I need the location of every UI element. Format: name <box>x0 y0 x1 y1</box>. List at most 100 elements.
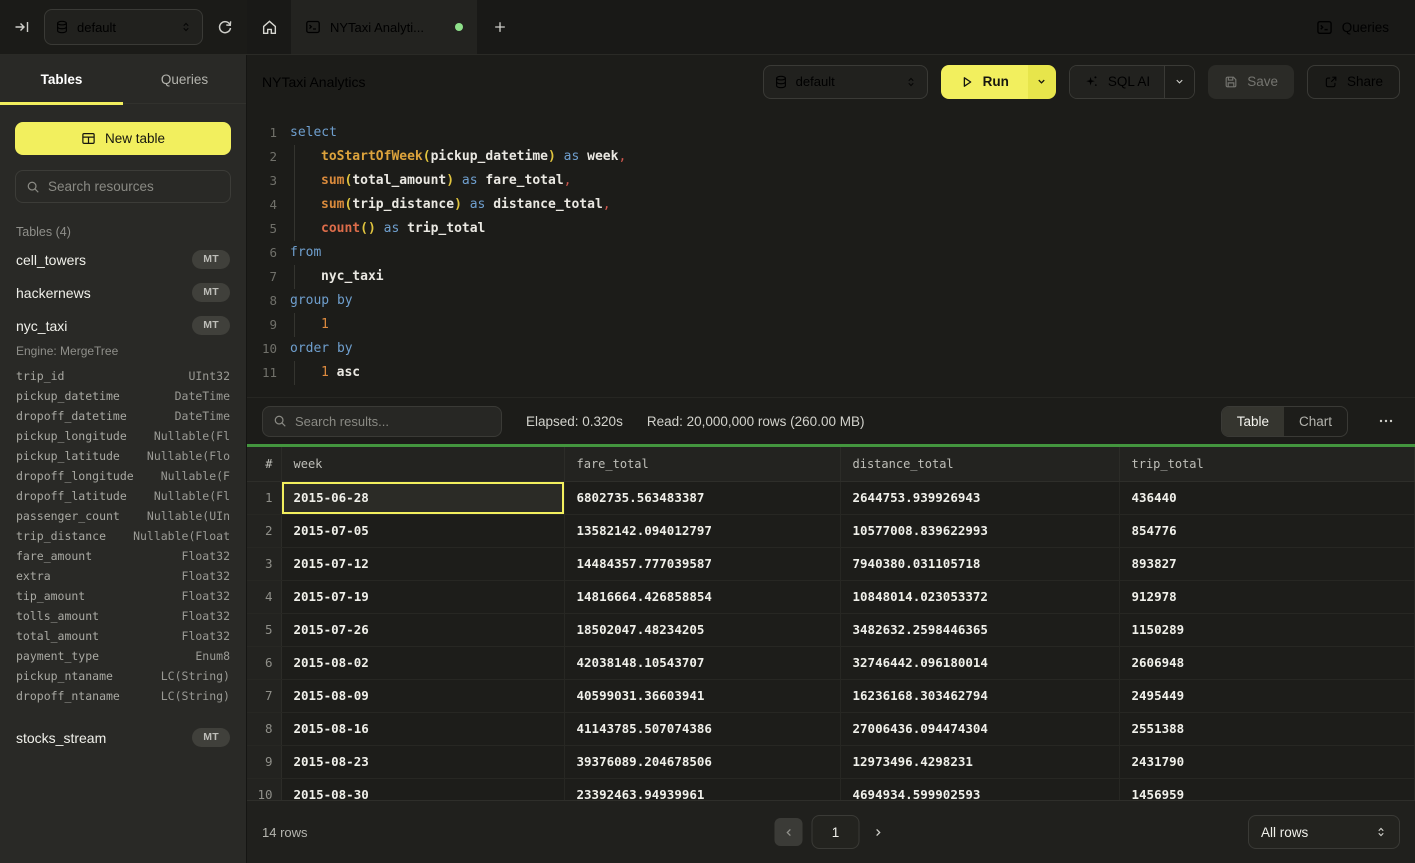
sidebar-tab-queries[interactable]: Queries <box>123 55 246 103</box>
row-number: 4 <box>247 580 281 613</box>
table-cell[interactable]: 2015-07-19 <box>281 580 564 613</box>
sidebar-search-input[interactable] <box>48 179 220 194</box>
table-cell[interactable]: 1150289 <box>1119 613 1415 646</box>
line-number: 2 <box>247 145 277 169</box>
results-area: #weekfare_totaldistance_totaltrip_total … <box>247 447 1415 800</box>
table-cell[interactable]: 1456959 <box>1119 778 1415 800</box>
table-cell[interactable]: 2015-06-28 <box>281 481 564 514</box>
table-cell[interactable]: 2606948 <box>1119 646 1415 679</box>
table-cell[interactable]: 436440 <box>1119 481 1415 514</box>
line-number: 10 <box>247 337 277 361</box>
more-options-icon[interactable] <box>1372 413 1400 429</box>
table-cell[interactable]: 16236168.303462794 <box>840 679 1119 712</box>
table-cell[interactable]: 13582142.094012797 <box>564 514 840 547</box>
table-cell[interactable]: 3482632.2598446365 <box>840 613 1119 646</box>
view-tab-table[interactable]: Table <box>1222 407 1284 436</box>
prev-page-button[interactable] <box>775 818 803 846</box>
current-page[interactable]: 1 <box>812 815 860 849</box>
table-cell[interactable]: 4694934.599902593 <box>840 778 1119 800</box>
table-cell[interactable]: 12973496.4298231 <box>840 745 1119 778</box>
home-button[interactable] <box>247 0 291 54</box>
table-cell[interactable]: 10577008.839622993 <box>840 514 1119 547</box>
column-header-index[interactable]: # <box>247 447 281 481</box>
queries-button[interactable]: Queries <box>1306 0 1415 54</box>
sidebar-table-cell_towers[interactable]: cell_towersMT <box>15 243 231 276</box>
share-button[interactable]: Share <box>1307 65 1400 99</box>
column-name: trip_distance <box>16 526 106 546</box>
collapse-sidebar-icon[interactable] <box>14 19 30 35</box>
results-table-head: #weekfare_totaldistance_totaltrip_total <box>247 447 1415 481</box>
run-button[interactable]: Run <box>941 65 1028 99</box>
sql-editor[interactable]: 1select2toStartOfWeek(pickup_datetime) a… <box>247 108 1415 397</box>
sql-ai-button[interactable]: SQL AI <box>1070 66 1164 98</box>
line-number: 4 <box>247 193 277 217</box>
table-cell[interactable]: 40599031.36603941 <box>564 679 840 712</box>
table-cell[interactable]: 2431790 <box>1119 745 1415 778</box>
table-cell[interactable]: 2015-07-12 <box>281 547 564 580</box>
sql-token: as <box>470 197 486 212</box>
table-cell[interactable]: 2551388 <box>1119 712 1415 745</box>
table-cell[interactable]: 2015-08-23 <box>281 745 564 778</box>
table-column-row: passenger_countNullable(UIn <box>15 506 231 526</box>
refresh-icon[interactable] <box>217 19 233 35</box>
table-cell[interactable]: 2015-08-30 <box>281 778 564 800</box>
table-cell[interactable]: 41143785.507074386 <box>564 712 840 745</box>
run-options-caret[interactable] <box>1028 65 1056 99</box>
table-cell[interactable]: 14484357.777039587 <box>564 547 840 580</box>
column-type: Nullable(Flo <box>147 446 230 466</box>
table-cell[interactable]: 42038148.10543707 <box>564 646 840 679</box>
column-type: Float32 <box>182 606 230 626</box>
engine-badge: MT <box>192 316 230 335</box>
table-cell[interactable]: 2015-08-09 <box>281 679 564 712</box>
table-cell[interactable]: 2644753.939926943 <box>840 481 1119 514</box>
table-row: 42015-07-1914816664.42685885410848014.02… <box>247 580 1415 613</box>
editor-line: 10order by <box>247 337 1415 361</box>
column-name: tolls_amount <box>16 606 99 626</box>
table-cell[interactable]: 2015-07-05 <box>281 514 564 547</box>
table-cell[interactable]: 2015-08-02 <box>281 646 564 679</box>
table-cell[interactable]: 854776 <box>1119 514 1415 547</box>
new-table-button[interactable]: New table <box>15 122 231 155</box>
sidebar-search[interactable] <box>15 170 231 203</box>
database-select-value: default <box>77 20 172 35</box>
share-button-label: Share <box>1347 74 1383 89</box>
results-search[interactable] <box>262 406 502 437</box>
sidebar-table-nyc_taxi[interactable]: nyc_taxiMT <box>15 309 231 342</box>
results-search-input[interactable] <box>295 414 491 429</box>
page-size-select[interactable]: All rows <box>1248 815 1400 849</box>
table-cell[interactable]: 2015-08-16 <box>281 712 564 745</box>
view-tab-chart[interactable]: Chart <box>1284 407 1347 436</box>
sidebar-table-hackernews[interactable]: hackernewsMT <box>15 276 231 309</box>
tab-nytaxi-analytics[interactable]: NYTaxi Analyti... <box>291 0 477 54</box>
column-header-fare_total[interactable]: fare_total <box>564 447 840 481</box>
table-cell[interactable]: 893827 <box>1119 547 1415 580</box>
table-cell[interactable]: 10848014.023053372 <box>840 580 1119 613</box>
table-cell[interactable]: 14816664.426858854 <box>564 580 840 613</box>
table-cell[interactable]: 2015-07-26 <box>281 613 564 646</box>
sql-ai-options-caret[interactable] <box>1164 66 1194 98</box>
query-database-select[interactable]: default <box>763 65 928 99</box>
table-cell[interactable]: 2495449 <box>1119 679 1415 712</box>
table-row: 22015-07-0513582142.09401279710577008.83… <box>247 514 1415 547</box>
table-cell[interactable]: 39376089.204678506 <box>564 745 840 778</box>
sidebar-tab-tables[interactable]: Tables <box>0 55 123 103</box>
table-row: 52015-07-2618502047.482342053482632.2598… <box>247 613 1415 646</box>
sidebar-table-stocks_stream[interactable]: stocks_streamMT <box>15 721 231 754</box>
next-page-button[interactable] <box>869 823 888 842</box>
column-header-week[interactable]: week <box>281 447 564 481</box>
table-cell[interactable]: 912978 <box>1119 580 1415 613</box>
column-type: Float32 <box>182 566 230 586</box>
table-cell[interactable]: 23392463.94939961 <box>564 778 840 800</box>
database-select[interactable]: default <box>44 9 203 45</box>
new-tab-button[interactable] <box>477 0 523 54</box>
chevrons-updown-icon <box>1375 825 1387 839</box>
table-cell[interactable]: 27006436.094474304 <box>840 712 1119 745</box>
column-header-trip_total[interactable]: trip_total <box>1119 447 1415 481</box>
table-cell[interactable]: 32746442.096180014 <box>840 646 1119 679</box>
column-header-distance_total[interactable]: distance_total <box>840 447 1119 481</box>
table-cell[interactable]: 18502047.48234205 <box>564 613 840 646</box>
table-cell[interactable]: 6802735.563483387 <box>564 481 840 514</box>
table-cell[interactable]: 7940380.031105718 <box>840 547 1119 580</box>
save-button[interactable]: Save <box>1208 65 1294 99</box>
sql-token: select <box>290 125 337 140</box>
